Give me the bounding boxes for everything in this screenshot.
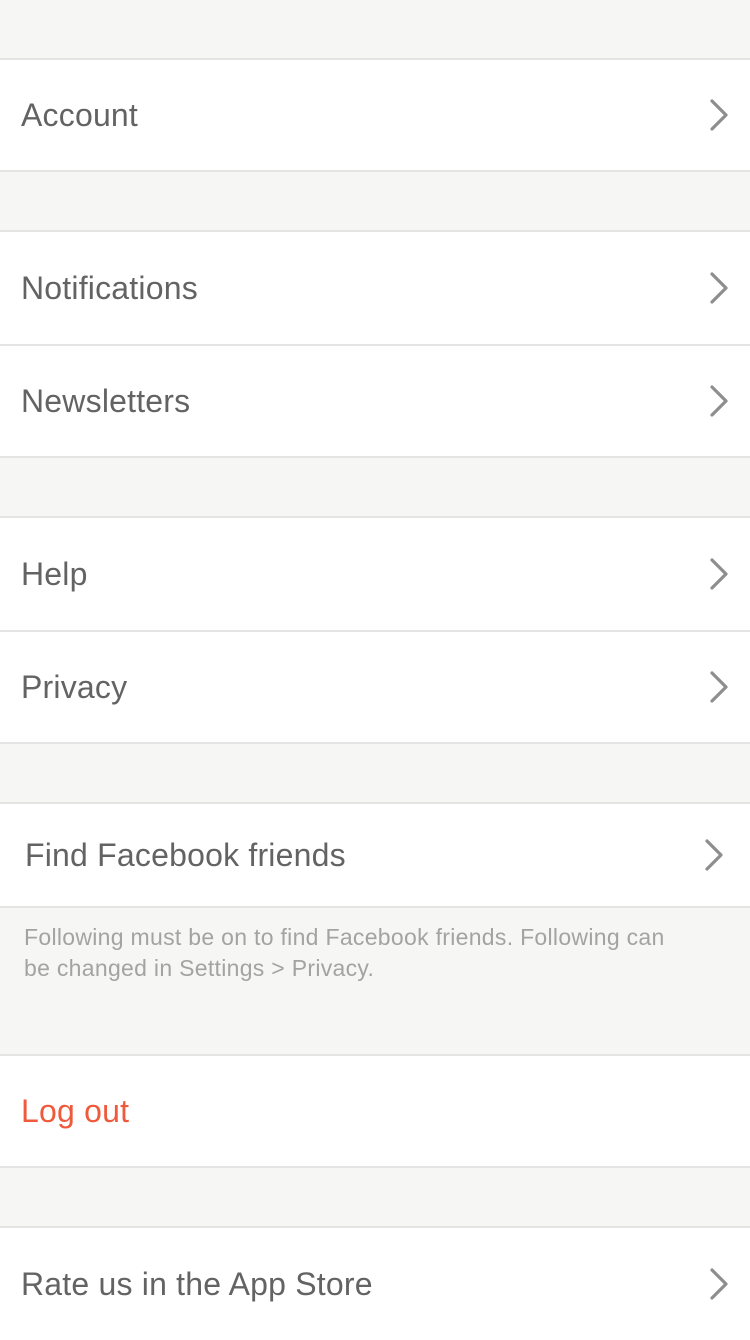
section-spacer [0,458,750,516]
help-row[interactable]: Help [0,516,750,630]
rate-app-label: Rate us in the App Store [21,1265,373,1302]
newsletters-row[interactable]: Newsletters [0,344,750,458]
account-row[interactable]: Account [0,58,750,172]
logout-button[interactable]: Log out [0,1054,750,1168]
find-facebook-friends-row[interactable]: Find Facebook friends [0,802,750,908]
facebook-friends-footnote: Following must be on to find Facebook fr… [24,924,665,981]
newsletters-label: Newsletters [21,382,191,419]
find-facebook-friends-label: Find Facebook friends [25,836,346,873]
logout-label: Log out [21,1092,130,1129]
chevron-right-icon [710,99,728,131]
section-spacer [0,0,750,58]
chevron-right-icon [710,1268,728,1300]
chevron-right-icon [705,839,723,871]
chevron-right-icon [710,558,728,590]
help-label: Help [21,555,88,592]
section-spacer [0,744,750,802]
notifications-row[interactable]: Notifications [0,230,750,344]
chevron-right-icon [710,671,728,703]
section-spacer [0,1168,750,1226]
privacy-label: Privacy [21,668,128,705]
chevron-right-icon [710,272,728,304]
account-label: Account [21,96,139,133]
notifications-label: Notifications [21,269,198,306]
rate-app-row[interactable]: Rate us in the App Store [0,1226,750,1340]
privacy-row[interactable]: Privacy [0,630,750,744]
chevron-right-icon [710,385,728,417]
settings-screen: Account Notifications Newsletters Help P… [0,0,750,1340]
section-spacer [0,172,750,230]
